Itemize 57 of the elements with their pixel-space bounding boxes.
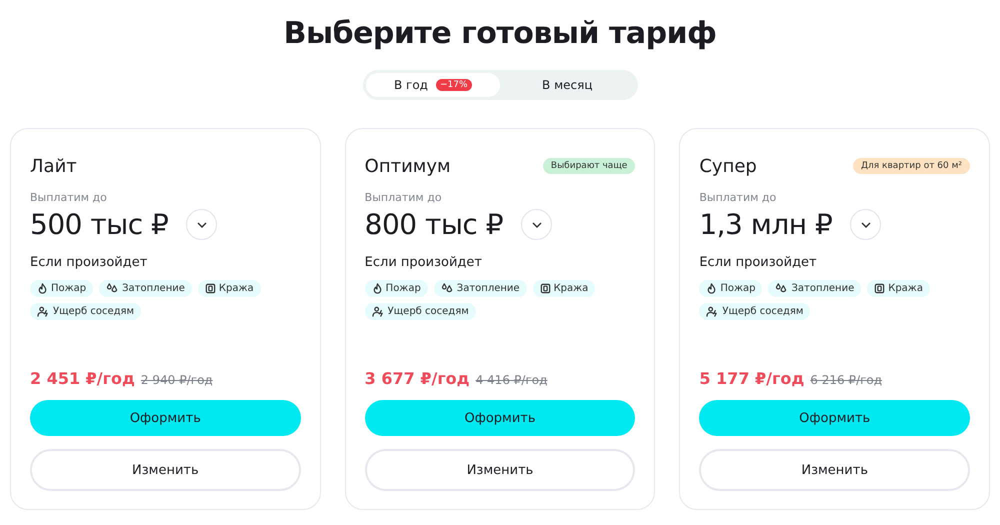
event-label: Пожар: [720, 283, 756, 294]
event-label: Затопление: [791, 283, 854, 294]
order-button[interactable]: Оформить: [30, 400, 301, 436]
payout-label: Выплатим до: [30, 191, 108, 204]
old-price: 4 416 ₽/год: [476, 373, 548, 387]
flame-icon: [372, 283, 383, 294]
events-title: Если произойдет: [30, 255, 148, 270]
events-title: Если произойдет: [699, 255, 818, 270]
event-label: Ущерб соседям: [388, 306, 469, 317]
payout-amount: 800 тыс ₽: [364, 208, 504, 241]
chevron-down-icon: [860, 222, 871, 228]
event-label: Кража: [888, 283, 923, 294]
event-label: Пожар: [51, 283, 86, 294]
page-title: Выберите готовый тариф: [284, 15, 716, 53]
change-button[interactable]: Изменить: [364, 449, 636, 491]
discount-badge: −17%: [436, 79, 472, 91]
order-button[interactable]: Оформить: [364, 400, 636, 436]
flame-icon: [706, 283, 718, 294]
chevron-down-icon: [532, 222, 542, 228]
change-button[interactable]: Изменить: [30, 449, 301, 491]
payout-amount: 500 тыс ₽: [30, 208, 168, 241]
drops-icon: [106, 283, 120, 294]
dropdown-button[interactable]: [521, 209, 552, 240]
event-label: Кража: [554, 283, 588, 294]
order-button[interactable]: Оформить: [699, 400, 970, 436]
price: 3 677 ₽/год: [364, 369, 470, 388]
period-tab[interactable]: В год −17%: [366, 73, 500, 97]
chevron-down-icon: [196, 222, 207, 228]
dropdown-button[interactable]: [850, 209, 882, 240]
change-button[interactable]: Изменить: [699, 449, 970, 491]
flame-icon: [37, 283, 48, 294]
price: 2 451 ₽/год: [30, 369, 135, 388]
plan-badge: Выбирают чаще: [542, 158, 636, 174]
drops-icon: [775, 283, 788, 294]
event-label: Ущерб соседям: [53, 306, 134, 317]
event-label: Ущерб соседям: [722, 306, 804, 317]
plan-name: Лайт: [30, 156, 77, 176]
event-label: Затопление: [122, 283, 185, 294]
old-price: 6 216 ₽/год: [810, 373, 882, 387]
drops-icon: [440, 283, 454, 294]
event-label: Затопление: [456, 283, 520, 294]
events-title: Если произойдет: [364, 255, 483, 270]
payout-label: Выплатим до: [699, 191, 778, 204]
safe-icon: [540, 283, 551, 294]
payout-label: Выплатим до: [364, 191, 443, 204]
period-tab[interactable]: В месяц: [500, 73, 634, 97]
price: 5 177 ₽/год: [699, 369, 804, 388]
safe-icon: [874, 283, 886, 294]
payout-amount: 1,3 млн ₽: [699, 208, 832, 241]
event-label: Кража: [218, 283, 254, 294]
safe-icon: [204, 283, 216, 294]
dropdown-button[interactable]: [186, 209, 218, 240]
old-price: 2 940 ₽/год: [140, 373, 213, 387]
event-label: Пожар: [386, 283, 421, 294]
plan-name: Оптимум: [364, 156, 451, 176]
plan-name: Супер: [699, 156, 757, 176]
plan-badge: Для квартир от 60 м²: [853, 158, 970, 174]
